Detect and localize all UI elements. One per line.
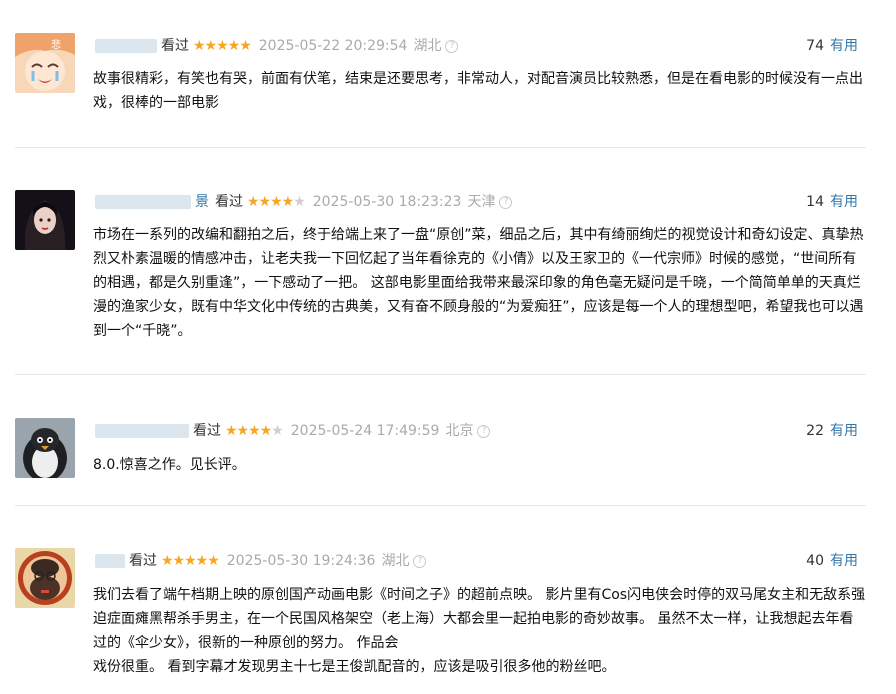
review-text: 故事很精彩，有笑也有哭，前面有伏笔，结束是还要思考，非常动人，对配音演员比较熟悉… <box>93 71 863 111</box>
divider <box>15 147 866 148</box>
username-link[interactable] <box>95 39 157 53</box>
vote-area: 74 有用 <box>806 36 858 56</box>
review-text: 我们去看了端午档期上映的原创国产动画电影《时间之子》的超前点映。 影片里有Cos… <box>93 583 866 679</box>
watched-label: 看过 <box>215 194 243 210</box>
rating-stars: ★★★★★ <box>225 423 284 439</box>
useful-button[interactable]: 有用 <box>830 194 858 210</box>
vote-area: 22 有用 <box>806 421 858 441</box>
review-meta: 看过 ★★★★★ 2025-05-22 20:29:54 湖北 ? <box>95 36 459 56</box>
review-location: 北京 <box>445 423 474 439</box>
vote-count: 74 <box>806 38 824 54</box>
avatar[interactable] <box>15 418 75 478</box>
review-time: 2025-05-24 17:49:59 <box>290 423 440 439</box>
username-link[interactable] <box>95 554 125 568</box>
avatar[interactable]: 悲 <box>15 33 75 93</box>
avatar-cartoon-crying-image: 悲 <box>15 33 75 93</box>
review-meta: 看过 ★★★★★ 2025-05-24 17:49:59 北京 ? <box>95 421 491 441</box>
useful-button[interactable]: 有用 <box>830 38 858 54</box>
review-time: 2025-05-30 18:23:23 <box>312 194 462 210</box>
review-location: 湖北 <box>413 38 442 54</box>
review-location: 湖北 <box>381 553 410 569</box>
vote-area: 14 有用 <box>806 192 858 212</box>
review-text-tail: 戏份很重。 看到字幕才发现男主十七是王俊凯配音的，应该是吸引很多他的粉丝吧。 <box>93 659 616 675</box>
svg-text:悲: 悲 <box>51 38 61 51</box>
help-icon[interactable]: ? <box>413 554 427 568</box>
review-text: 8.0.惊喜之作。见长评。 <box>93 457 246 473</box>
divider <box>15 505 866 506</box>
avatar[interactable] <box>15 190 75 250</box>
username-link[interactable] <box>95 424 189 438</box>
review-meta: 景 看过 ★★★★★ 2025-05-30 18:23:23 天津 ? <box>95 192 513 212</box>
useful-button[interactable]: 有用 <box>830 423 858 439</box>
username-link[interactable] <box>95 195 191 209</box>
review-time: 2025-05-22 20:29:54 <box>258 38 408 54</box>
avatar-dark-girl-image <box>15 190 75 250</box>
watched-label: 看过 <box>161 38 189 54</box>
vote-count: 22 <box>806 423 824 439</box>
help-icon[interactable]: ? <box>477 424 491 438</box>
review-text: 市场在一系列的改编和翻拍之后，终于给端上来了一盘“原创”菜，细品之后，其中有绮丽… <box>93 227 864 339</box>
avatar[interactable] <box>15 548 75 608</box>
divider <box>15 374 866 375</box>
review-time: 2025-05-30 19:24:36 <box>226 553 376 569</box>
help-icon[interactable]: ? <box>445 39 459 53</box>
vote-area: 40 有用 <box>806 551 858 571</box>
vote-count: 40 <box>806 553 824 569</box>
text-fade-mask <box>398 636 439 650</box>
watched-label: 看过 <box>193 423 221 439</box>
avatar-illustrated-man-image <box>15 548 75 608</box>
rating-stars: ★★★★★ <box>161 553 220 569</box>
avatar-penguin-image <box>15 418 75 478</box>
useful-button[interactable]: 有用 <box>830 553 858 569</box>
watched-label: 看过 <box>129 553 157 569</box>
review-text-main: 我们去看了端午档期上映的原创国产动画电影《时间之子》的超前点映。 影片里有Cos… <box>93 587 866 651</box>
vote-count: 14 <box>806 194 824 210</box>
help-icon[interactable]: ? <box>499 195 513 209</box>
rating-stars: ★★★★★ <box>247 194 306 210</box>
review-location: 天津 <box>467 194 496 210</box>
rating-stars: ★★★★★ <box>193 38 252 54</box>
username-tail[interactable]: 景 <box>195 192 209 212</box>
review-meta: 看过 ★★★★★ 2025-05-30 19:24:36 湖北 ? <box>95 551 427 571</box>
